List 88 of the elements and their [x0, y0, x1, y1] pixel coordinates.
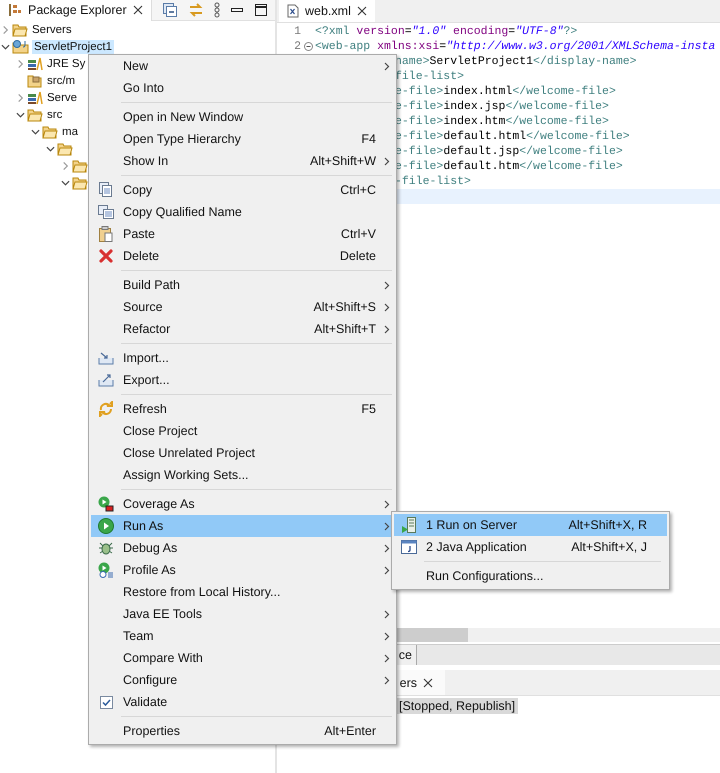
folder-icon: [27, 108, 43, 122]
tab-label: ers: [400, 676, 417, 690]
menu-item[interactable]: Restore from Local History...: [91, 581, 394, 603]
folder-icon: [57, 142, 73, 156]
folder-icon: [12, 22, 28, 36]
project-icon: [12, 40, 30, 54]
copy-icon: [98, 205, 114, 219]
menu-item[interactable]: Import...: [91, 347, 394, 369]
java-application-icon: [401, 540, 417, 554]
export-icon: [98, 373, 114, 387]
code-line: <web-app xmlns:xsi="http://www.w3.org/2001/XMLSchema-insta: [315, 40, 716, 53]
package-folder-icon: [27, 74, 43, 88]
collapsed-chevron-icon[interactable]: [16, 58, 25, 68]
fold-toggle-icon[interactable]: [304, 42, 312, 51]
editor-tab[interactable]: web.xml: [279, 0, 375, 22]
menu-item[interactable]: Open Type Hierarchy F4: [91, 128, 394, 150]
run-icon: [98, 518, 114, 534]
menu-item[interactable]: Java EE Tools: [91, 603, 394, 625]
menu-item[interactable]: Coverage As: [91, 493, 394, 515]
tab-label: web.xml: [305, 4, 351, 18]
menu-item[interactable]: Show In Alt+Shift+W: [91, 150, 394, 172]
menu-item[interactable]: Go Into: [91, 77, 394, 99]
menu-item[interactable]: Validate: [91, 691, 394, 713]
close-icon[interactable]: [356, 6, 367, 16]
refresh-icon: [98, 401, 114, 417]
menu-item[interactable]: Paste Ctrl+V: [91, 223, 394, 245]
checkbox-checked-icon[interactable]: [100, 696, 112, 708]
menu-item[interactable]: Copy Ctrl+C: [91, 179, 394, 201]
menu-item[interactable]: Source Alt+Shift+S: [91, 296, 394, 318]
menu-item[interactable]: Export...: [91, 369, 394, 391]
tree-item[interactable]: src: [45, 108, 64, 122]
collapsed-chevron-icon[interactable]: [1, 24, 10, 34]
package-icon: [8, 3, 22, 17]
line-number: 1: [293, 25, 301, 38]
folder-icon: [72, 158, 88, 172]
code-line: file-list>: [395, 70, 464, 83]
server-run-icon: [401, 517, 417, 533]
import-icon: [98, 351, 114, 365]
tree-item[interactable]: Servers: [30, 22, 74, 36]
menu-item[interactable]: Run Configurations...: [394, 565, 667, 587]
menu-item[interactable]: 2 Java Application Alt+Shift+X, J: [394, 536, 667, 558]
code-line: -file-list>: [395, 175, 471, 188]
menu-item[interactable]: Assign Working Sets...: [91, 464, 394, 486]
menu-item[interactable]: Open in New Window: [91, 106, 394, 128]
xml-file-icon: [287, 4, 299, 18]
menu-item[interactable]: Run As: [91, 515, 394, 537]
folder-icon: [42, 124, 58, 138]
menu-icon[interactable]: [214, 2, 220, 18]
library-icon: [27, 56, 43, 70]
tree-item[interactable]: ma: [60, 124, 80, 138]
menu-item[interactable]: Team: [91, 625, 394, 647]
maximize-icon[interactable]: [254, 3, 268, 17]
tree-item[interactable]: Serve: [45, 90, 80, 104]
menu-item[interactable]: Refresh F5: [91, 398, 394, 420]
close-icon[interactable]: [423, 678, 433, 688]
menu-item[interactable]: New: [91, 55, 394, 77]
menu-item[interactable]: Compare With: [91, 647, 394, 669]
clipboard-icon: [99, 226, 113, 242]
library-icon: [27, 90, 43, 104]
collapse-all-icon[interactable]: [162, 2, 178, 18]
copy-icon: [99, 182, 113, 198]
menu-item[interactable]: Close Project: [91, 420, 394, 442]
menu-item[interactable]: 1 Run on Server Alt+Shift+X, R: [394, 514, 667, 536]
tab-label: Package Explorer: [28, 3, 127, 17]
coverage-icon: [98, 496, 114, 512]
menu-item[interactable]: Close Unrelated Project: [91, 442, 394, 464]
menu-item[interactable]: Profile As: [91, 559, 394, 581]
delete-icon: [99, 249, 113, 263]
profile-icon: [98, 562, 114, 578]
menu-item[interactable]: Debug As: [91, 537, 394, 559]
collapsed-chevron-icon[interactable]: [61, 160, 70, 170]
tree-item[interactable]: ServletProject1: [32, 40, 114, 54]
close-icon[interactable]: [132, 5, 143, 15]
tree-item[interactable]: src/m: [45, 74, 78, 88]
bug-icon: [98, 540, 114, 556]
tree-item[interactable]: JRE Sy: [45, 56, 88, 70]
menu-item[interactable]: Configure: [91, 669, 394, 691]
line-number: 2: [293, 40, 301, 53]
menu-item[interactable]: Copy Qualified Name: [91, 201, 394, 223]
menu-item[interactable]: Refactor Alt+Shift+T: [91, 318, 394, 340]
menu-item[interactable]: Delete Delete: [91, 245, 394, 267]
code-line: <?xml version="1.0" encoding="UTF-8"?>: [315, 25, 578, 38]
folder-icon: [72, 176, 88, 190]
server-row[interactable]: [Stopped, Republish]: [396, 698, 518, 714]
collapsed-chevron-icon[interactable]: [16, 92, 25, 102]
menu-item[interactable]: Build Path: [91, 274, 394, 296]
menu-item[interactable]: Properties Alt+Enter: [91, 720, 394, 742]
view-tab[interactable]: Package Explorer: [0, 0, 152, 21]
